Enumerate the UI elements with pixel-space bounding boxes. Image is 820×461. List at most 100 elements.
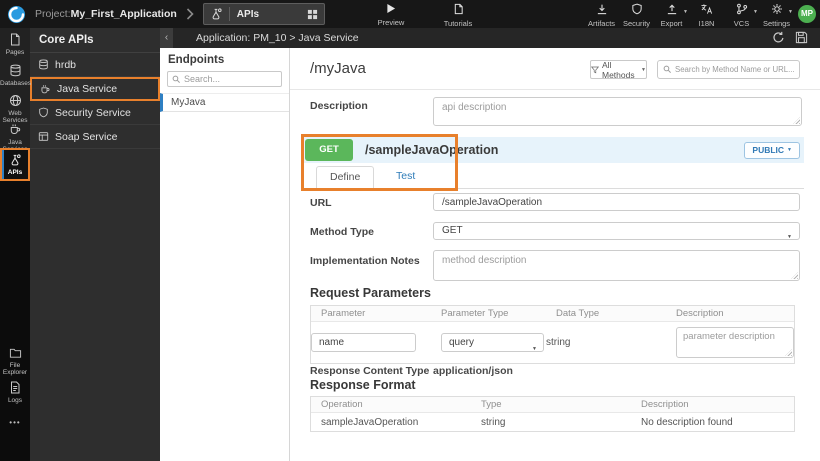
apis-flask-icon [9,154,21,166]
artifacts-label: Artifacts [587,19,616,28]
collapse-panel-button[interactable]: ‹ [160,28,173,48]
artifacts-button[interactable]: Artifacts [586,3,617,28]
service-header: /myJava All Methods ▼ [290,48,820,90]
coffee-icon [9,123,22,136]
play-icon [386,3,396,14]
i18n-label: I18N [698,19,715,28]
sidebar-item-databases[interactable]: Databases [0,64,31,87]
sidebar-item-web-services[interactable]: Web Services [0,94,30,124]
method-type-select[interactable]: GET ▼ [433,222,800,240]
refresh-icon[interactable] [772,31,785,44]
soap-icon [38,131,49,142]
security-button[interactable]: Security [621,3,652,28]
search-icon [172,75,181,84]
response-content-type-value: application/json [433,365,513,377]
method-search[interactable] [657,60,800,79]
caret-down-icon: ▼ [787,147,792,153]
visibility-dropdown[interactable]: PUBLIC ▼ [744,141,800,159]
data-type-value: string [546,337,571,348]
parameter-description-textarea[interactable] [676,327,794,358]
sidebar-item-file-explorer[interactable]: File Explorer [0,347,30,376]
tutorials-button[interactable]: Tutorials [435,3,481,28]
request-parameter-row: query ▼ string [311,322,794,363]
tab-separator [228,7,230,21]
col-header-parameter: Parameter [321,308,366,319]
request-parameters-title: Request Parameters [310,286,431,300]
shield-icon [631,3,643,15]
logs-label: Logs [7,397,23,404]
caret-down-icon: ▼ [787,234,792,240]
avatar[interactable]: MP [798,5,816,23]
response-format-title: Response Format [310,378,416,392]
col-header-operation: Operation [321,399,363,410]
response-content-type-label: Response Content Type [310,365,430,377]
pages-icon [9,33,21,46]
tutorials-icon [453,3,464,15]
folder-icon [9,347,22,359]
endpoint-item-myjava[interactable]: MyJava [160,93,289,112]
sidebar-item-apis[interactable]: APIs [0,148,30,181]
response-format-table: Operation Type Description sampleJavaOpe… [310,396,795,432]
parameter-type-select[interactable]: query ▼ [441,333,544,352]
request-parameters-table: Parameter Parameter Type Data Type Descr… [310,305,795,364]
preview-label: Preview [377,18,405,27]
export-upload-icon [666,3,678,15]
application-breadcrumb-bar: ‹ Application: PM_10 > Java Service [160,28,820,48]
tab-define[interactable]: Define [316,166,375,189]
artifacts-download-icon [596,3,608,15]
tab-apis[interactable]: APIs [202,3,325,25]
caret-down-icon: ▼ [641,66,646,73]
wavemaker-logo-icon[interactable] [7,5,26,24]
save-icon[interactable] [795,31,808,44]
parameter-name-input[interactable] [311,333,416,352]
parameter-type-value: query [449,337,475,348]
col-header-type: Type [481,399,502,410]
caret-down-icon: ▼ [532,346,537,352]
core-api-item-java-service[interactable]: Java Service [30,77,160,101]
tab-test[interactable]: Test [386,166,425,189]
core-api-item-soap-service[interactable]: Soap Service [30,125,160,149]
application-breadcrumb: Application: PM_10 > Java Service [196,32,359,44]
more-options-button[interactable]: ••• [0,418,30,427]
core-api-item-hrdb[interactable]: hrdb [30,53,160,77]
endpoints-panel: Endpoints MyJava [160,48,290,461]
description-textarea[interactable] [433,97,802,126]
parameter-description-wrap [676,327,794,358]
export-button[interactable]: ▼ Export [656,3,688,28]
vcs-button[interactable]: ▼ VCS [726,3,758,28]
caret-down-icon: ▼ [683,9,688,15]
database-icon [9,64,22,77]
request-parameters-header: Parameter Parameter Type Data Type Descr… [311,306,794,322]
preview-button[interactable]: Preview [368,3,414,27]
tab-apis-label: APIs [236,8,260,20]
endpoints-search-input[interactable] [184,74,277,84]
core-api-item-label: hrdb [55,58,77,71]
response-operation: sampleJavaOperation [321,416,419,428]
top-bar: Project:My_First_Application APIs Previe… [0,0,820,28]
method-search-input[interactable] [675,65,794,74]
implementation-notes-label: Implementation Notes [310,255,420,267]
caret-down-icon: ▼ [753,9,758,15]
grid-icon[interactable] [307,9,318,20]
apis-label: APIs [7,169,23,176]
core-api-item-label: Soap Service [55,130,118,143]
implementation-notes-textarea[interactable] [433,250,800,281]
web-services-label: Web Services [2,110,28,124]
shield-icon [38,107,49,118]
description-label: Description [310,100,368,112]
caret-down-icon: ▼ [788,9,793,15]
pages-label: Pages [5,49,25,56]
i18n-button[interactable]: I18N [691,3,722,28]
url-input[interactable] [433,193,800,211]
project-breadcrumb: Project:My_First_Application [35,8,177,20]
sidebar-item-pages[interactable]: Pages [0,33,30,56]
app-root: Project:My_First_Application APIs Previe… [0,0,820,461]
sidebar-item-logs[interactable]: Logs [0,381,30,404]
operation-row[interactable]: GET /sampleJavaOperation PUBLIC ▼ [303,137,804,163]
methods-filter-label: All Methods [602,59,635,80]
settings-button[interactable]: ▼ Settings [761,3,793,28]
core-api-item-security-service[interactable]: Security Service [30,101,160,125]
endpoints-search[interactable] [167,71,282,87]
search-icon [663,65,672,74]
methods-filter-dropdown[interactable]: All Methods ▼ [590,59,647,80]
